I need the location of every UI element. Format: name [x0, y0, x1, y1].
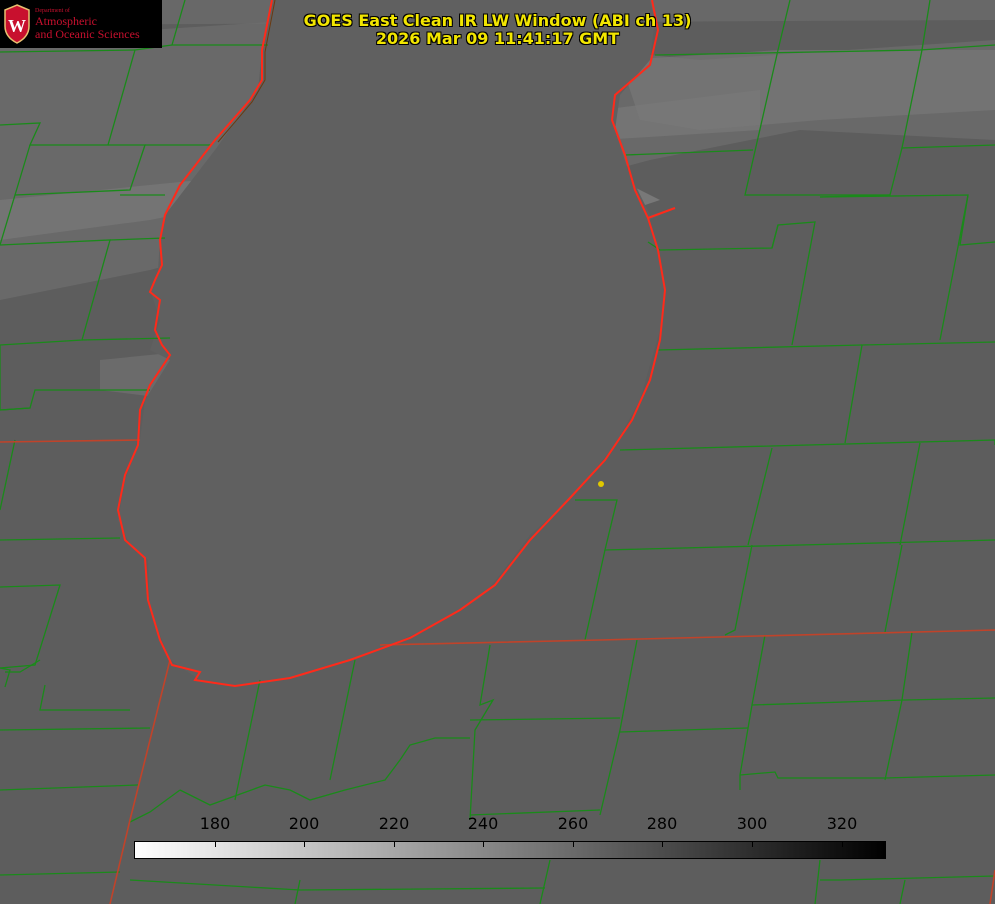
colorbar-tick	[394, 842, 395, 847]
colorbar-tick-label: 300	[736, 814, 768, 833]
satellite-map	[0, 0, 995, 904]
colorbar-tick	[573, 842, 574, 847]
colorbar-tick	[304, 842, 305, 847]
colorbar-tick-label: 280	[646, 814, 678, 833]
colorbar-tick	[752, 842, 753, 847]
colorbar-tick	[662, 842, 663, 847]
colorbar-tick-label: 240	[467, 814, 499, 833]
colorbar-tick-label: 320	[826, 814, 858, 833]
colorbar-tick-label: 260	[557, 814, 589, 833]
image-timestamp: 2026 Mar 09 11:41:17 GMT	[375, 29, 620, 48]
satellite-image-viewer: W Department of Atmospheric and Oceanic …	[0, 0, 995, 904]
location-marker	[598, 481, 604, 487]
image-title: GOES East Clean IR LW Window (ABI ch 13)	[303, 11, 692, 30]
temperature-colorbar	[134, 841, 886, 859]
colorbar-tick	[483, 842, 484, 847]
colorbar-tick	[215, 842, 216, 847]
colorbar-tick-label: 220	[378, 814, 410, 833]
colorbar-tick-label: 200	[288, 814, 320, 833]
colorbar-tick	[842, 842, 843, 847]
colorbar-tick-label: 180	[199, 814, 231, 833]
